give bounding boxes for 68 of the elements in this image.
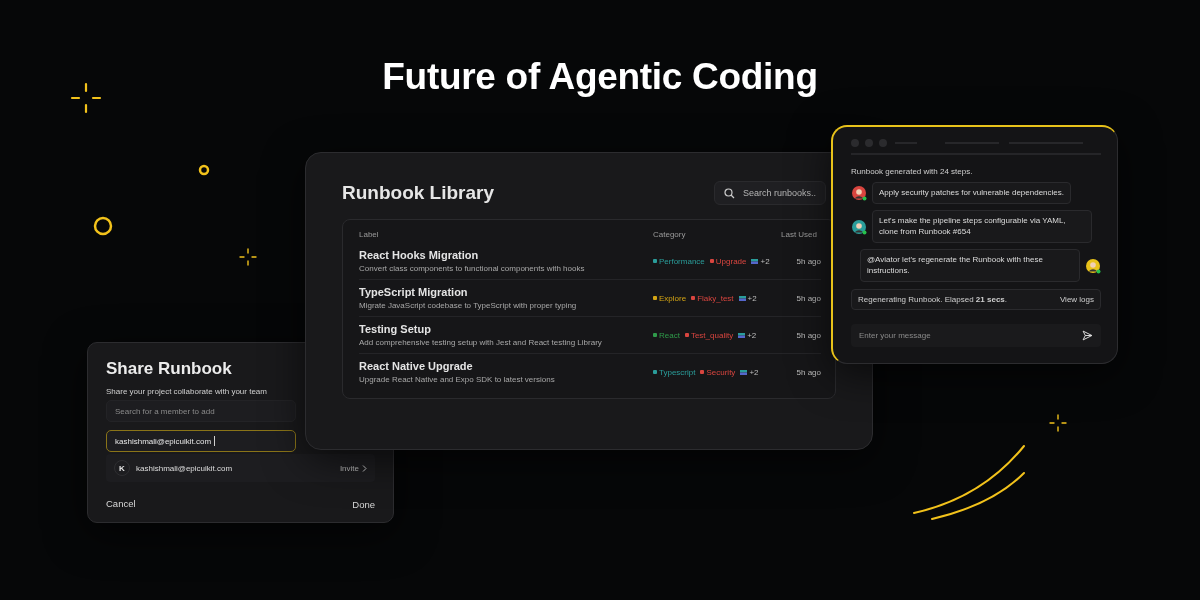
cancel-button[interactable]: Cancel bbox=[106, 496, 136, 510]
progress-text: Regenerating Runbook. Elapsed 21 secs. bbox=[858, 294, 1007, 304]
category-tag: Explore bbox=[653, 293, 687, 303]
more-tags: +2 bbox=[738, 330, 757, 340]
runbook-description: Upgrade React Native and Expo SDK to latest versions bbox=[359, 375, 556, 384]
invite-button[interactable]: Invite bbox=[339, 463, 367, 473]
more-tags: +2 bbox=[738, 293, 757, 303]
last-used: 5h ago bbox=[795, 367, 821, 377]
runbook-row[interactable]: React Native Upgrade Upgrade React Native and Expo SDK to latest versions Typescript Security +2 5h ago bbox=[359, 354, 821, 390]
category-tag: Security bbox=[700, 367, 736, 377]
runbook-row[interactable]: Testing Setup Add comprehensive testing setup with Jest and React testing Library React Test_quality +2 5h ago bbox=[359, 317, 821, 354]
tag-stack-icon bbox=[738, 332, 746, 338]
sparkle-icon bbox=[239, 248, 257, 266]
last-used: 5h ago bbox=[795, 293, 821, 303]
search-field[interactable]: Search runbooks.. bbox=[713, 181, 826, 205]
member-search-field[interactable]: Search for a member to add bbox=[106, 400, 296, 422]
window-dot bbox=[865, 139, 873, 147]
last-used: 5h ago bbox=[795, 256, 821, 266]
runbook-description: Add comprehensive testing setup with Jest and React testing Library bbox=[359, 338, 603, 347]
window-dot bbox=[879, 139, 887, 147]
runbook-title: React Hooks Migration bbox=[359, 249, 480, 261]
avatar-icon bbox=[1085, 257, 1101, 274]
category-tag: Test_quality bbox=[684, 330, 734, 340]
message-field[interactable]: Enter your message bbox=[851, 323, 1101, 347]
column-header: Category bbox=[653, 230, 687, 241]
runbook-description: Convert class components to functional components with hooks bbox=[359, 264, 586, 273]
runbook-title: TypeScript Migration bbox=[359, 286, 469, 298]
runbook-row[interactable]: TypeScript Migration Migrate JavaScript codebase to TypeScript with proper typing Explore Flaky_test +2 5h ago bbox=[359, 280, 821, 317]
view-logs-link[interactable]: View logs bbox=[1059, 294, 1094, 304]
column-header: Last Used bbox=[781, 230, 819, 241]
category-tag: React bbox=[653, 330, 680, 340]
ring-icon bbox=[198, 164, 210, 176]
status-text: Runbook generated with 24 steps. bbox=[851, 167, 974, 176]
avatar-icon bbox=[851, 185, 867, 202]
email-field[interactable]: kashishmali@epicuikit.com bbox=[106, 430, 296, 452]
more-tags: +2 bbox=[751, 256, 770, 266]
runbook-row[interactable]: React Hooks Migration Convert class components to functional components with hooks Performance Upgrade +2 5h ago bbox=[359, 243, 821, 280]
send-icon[interactable] bbox=[1082, 329, 1093, 341]
sparkle-icon bbox=[70, 82, 102, 114]
column-header: Label bbox=[359, 230, 380, 241]
dialog-subtitle: Share your project collaborate with your team bbox=[106, 387, 267, 396]
chat-message: @Aviator let's regenerate the Runbook with these instructions. bbox=[860, 249, 1080, 282]
done-button[interactable]: Done bbox=[352, 499, 375, 510]
runbook-title: Testing Setup bbox=[359, 323, 432, 335]
headline: Future of Agentic Coding bbox=[382, 56, 818, 98]
category-tag: Upgrade bbox=[709, 256, 747, 266]
chevron-icon bbox=[362, 464, 367, 472]
member-suggestion[interactable]: K kashishmali@epicuikit.com Invite bbox=[106, 454, 375, 482]
window-title: Runbook Library bbox=[342, 182, 494, 204]
runbook-title: React Native Upgrade bbox=[359, 360, 474, 372]
window-dot bbox=[851, 139, 859, 147]
avatar-icon bbox=[851, 218, 867, 235]
sparkle-icon bbox=[1049, 414, 1067, 432]
tag-stack-icon bbox=[740, 369, 748, 375]
chat-message: Apply security patches for vulnerable dependencies. bbox=[872, 182, 1071, 205]
category-tag: Flaky_test bbox=[691, 293, 734, 303]
suggestion-email: kashishmali@epicuikit.com bbox=[136, 463, 234, 473]
tag-stack-icon bbox=[751, 258, 759, 264]
tag-stack-icon bbox=[738, 295, 746, 301]
search-icon bbox=[723, 187, 735, 199]
category-tag: Performance bbox=[653, 256, 705, 266]
ring-icon bbox=[93, 216, 113, 236]
last-used: 5h ago bbox=[795, 330, 821, 340]
runbook-description: Migrate JavaScript codebase to TypeScript with proper typing bbox=[359, 301, 578, 310]
dialog-title: Share Runbook bbox=[106, 359, 232, 379]
category-tag: Typescript bbox=[653, 367, 696, 377]
more-tags: +2 bbox=[740, 367, 759, 377]
chat-message: Let's make the pipeline steps configurable via YAML, clone from Runbook #654 bbox=[872, 210, 1092, 244]
